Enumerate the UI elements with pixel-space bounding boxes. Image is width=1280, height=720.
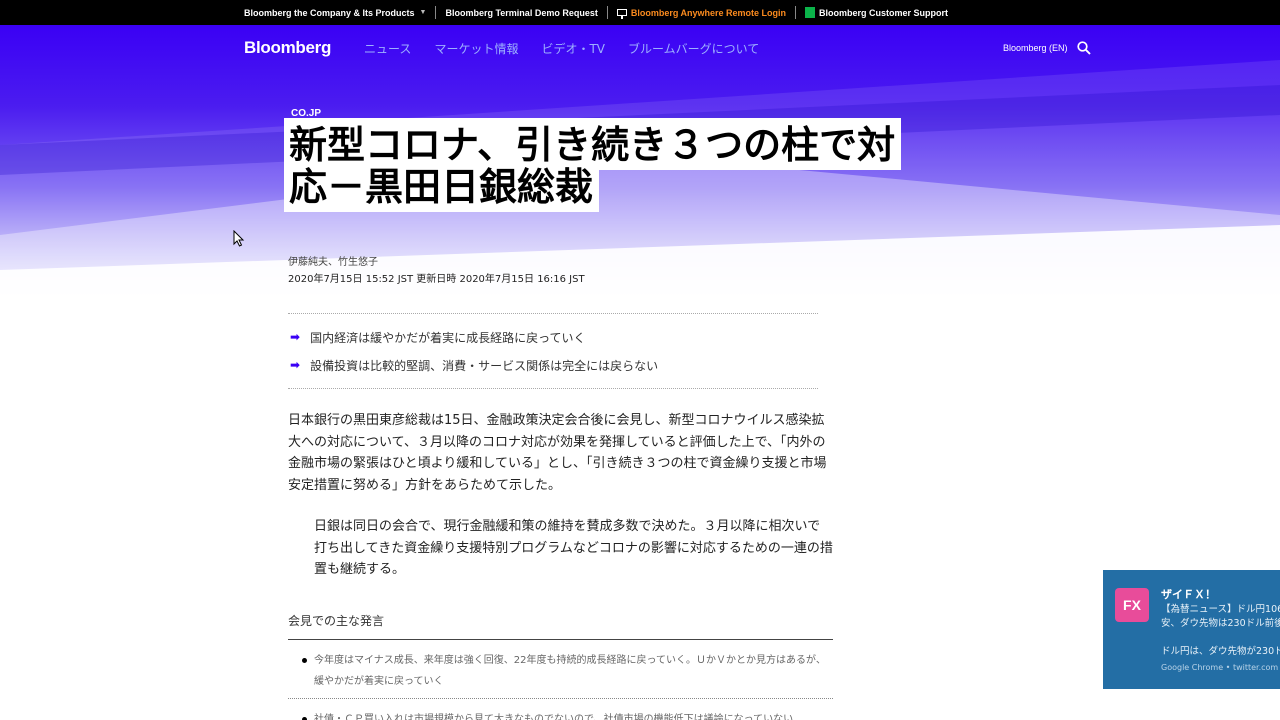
headline-line-2: 応－黒田日銀総裁 <box>284 168 600 212</box>
zai-fx-app-icon: FX <box>1115 588 1149 622</box>
article-paragraph-2: 日銀は同日の会合で、現行金融緩和策の維持を賛成多数で決めた。３月以降に相次いで打… <box>314 519 833 577</box>
article-dateline: 2020年7月15日 15:52 JST 更新日時 2020年7月15日 16:… <box>288 274 585 285</box>
quotes-list: 今年度はマイナス成長、来年度は強く回復、22年度も持続的成長経路に戻っていく。Ｕ… <box>288 639 833 720</box>
topbar-demo-link[interactable]: Bloomberg Terminal Demo Request <box>445 8 597 18</box>
list-item: 社債・ＣＰ買い入れは市場規模から見て大きなものでないので、社債市場の機能低下は議… <box>288 699 833 720</box>
summary-item: ➡ 設備投資は比較的堅調、消費・サービス関係は完全には戻らない <box>288 351 818 379</box>
quote-text: 今年度はマイナス成長、来年度は強く回復、22年度も持続的成長経路に戻っていく。Ｕ… <box>314 655 826 687</box>
edition-switch[interactable]: Bloomberg (EN) <box>1003 43 1068 53</box>
quote-text: 社債・ＣＰ買い入れは市場規模から見て大きなものでないので、社債市場の機能低下は議… <box>314 714 794 720</box>
summary-item: ➡ 国内経済は緩やかだが着実に成長経路に戻っていく <box>288 323 818 351</box>
article-summary: ➡ 国内経済は緩やかだが着実に成長経路に戻っていく ➡ 設備投資は比較的堅調、消… <box>288 313 818 389</box>
arrow-right-icon: ➡ <box>290 358 301 372</box>
summary-text: 設備投資は比較的堅調、消費・サービス関係は完全には戻らない <box>310 358 659 373</box>
chevron-down-icon[interactable]: ▼ <box>420 9 427 16</box>
bullet-icon <box>302 658 307 663</box>
article-headline: 新型コロナ、引き続き３つの柱で対 応－黒田日銀総裁 <box>284 118 902 212</box>
quotes-heading: 会見での主な発言 <box>288 614 385 628</box>
nav-item-about[interactable]: ブルームバーグについて <box>628 40 759 57</box>
bloomberg-logo[interactable]: Bloomberg <box>244 38 331 58</box>
summary-text: 国内経済は緩やかだが着実に成長経路に戻っていく <box>310 330 586 345</box>
toast-source: Google Chrome • twitter.com <box>1161 663 1279 672</box>
list-item: 今年度はマイナス成長、来年度は強く回復、22年度も持続的成長経路に戻っていく。Ｕ… <box>288 640 833 699</box>
article-paragraph-1: 日本銀行の黒田東彦総裁は15日、金融政策決定会合後に会見し、新型コロナウイルス感… <box>288 413 827 493</box>
mouse-cursor-icon <box>233 230 245 247</box>
support-icon <box>805 7 816 18</box>
toast-line: ドル円は、ダウ先物が230ド <box>1161 646 1280 657</box>
topbar-support-link[interactable]: Bloomberg Customer Support <box>819 8 948 18</box>
top-utility-bar: Bloomberg the Company & Its Products ▼ B… <box>0 0 1280 25</box>
divider <box>795 6 797 19</box>
nav-item-markets[interactable]: マーケット情報 <box>434 40 518 57</box>
toast-title: ザイＦＸ！ <box>1161 588 1216 601</box>
nav-item-video-tv[interactable]: ビデオ・TV <box>541 40 605 57</box>
arrow-right-icon: ➡ <box>290 330 301 344</box>
topbar-anywhere-link[interactable]: Bloomberg Anywhere Remote Login <box>631 8 786 18</box>
toast-line: 【為替ニュース】ドル円106.9 <box>1161 604 1280 615</box>
search-icon[interactable] <box>1076 41 1091 55</box>
nav-item-news[interactable]: ニュース <box>364 40 411 57</box>
divider <box>435 6 437 19</box>
headline-line-1: 新型コロナ、引き続き３つの柱で対 <box>284 118 902 170</box>
toast-line: 安、ダウ先物は230ドル前後 <box>1161 618 1280 629</box>
main-nav: Bloomberg ニュース マーケット情報 ビデオ・TV ブルームバーグについ… <box>244 25 782 71</box>
monitor-icon <box>616 9 627 19</box>
divider <box>606 6 608 19</box>
nav-right: Bloomberg (EN) <box>1003 25 1091 71</box>
notification-toast[interactable]: FX ザイＦＸ！ 【為替ニュース】ドル円106.9 安、ダウ先物は230ドル前後… <box>1103 570 1280 689</box>
byline-authors[interactable]: 伊藤純夫、竹生悠子 <box>288 253 378 268</box>
topbar-company-link[interactable]: Bloomberg the Company & Its Products <box>244 8 415 18</box>
